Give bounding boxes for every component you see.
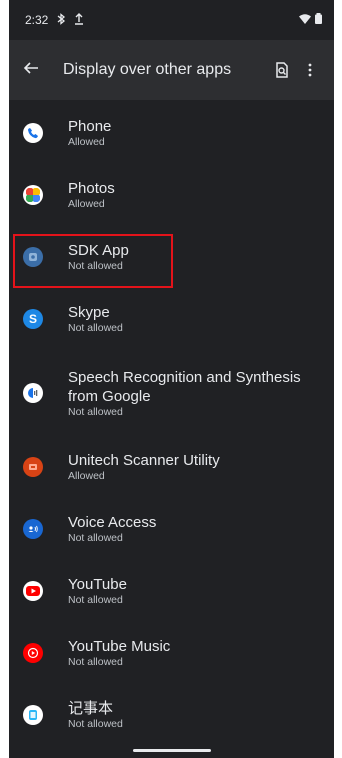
notepad-app-icon [23,705,43,725]
app-status: Not allowed [68,322,123,334]
app-bar: Display over other apps [9,40,334,100]
back-arrow-icon[interactable] [23,60,47,81]
app-name: Phone [68,118,112,135]
list-item[interactable]: 记事本 Not allowed [9,684,334,746]
list-item[interactable]: Voice Access Not allowed [9,498,334,560]
app-name: 记事本 [68,700,114,717]
battery-icon [315,13,322,27]
app-status: Allowed [68,198,105,210]
youtube-music-app-icon [23,643,43,663]
more-options-icon[interactable] [296,63,324,77]
status-bar: 2:32 [9,0,334,40]
app-name: Skype [68,304,110,321]
photos-app-icon [23,185,43,205]
app-name: Unitech Scanner Utility [68,452,220,469]
app-status: Allowed [68,136,105,148]
list-item[interactable]: YouTube Music Not allowed [9,622,334,684]
list-item[interactable]: Speech Recognition and Synthesis from Go… [9,350,334,436]
scanner-app-icon [23,457,43,477]
app-name: Voice Access [68,514,157,531]
app-list: Phone Allowed Photos Allowed SDK App Not… [9,100,334,746]
highlight-box [13,234,173,288]
speech-app-icon [23,383,43,403]
list-item[interactable]: SDK App Not allowed [9,226,334,288]
list-item[interactable]: YouTube Not allowed [9,560,334,622]
bluetooth-icon [56,12,66,28]
app-status: Not allowed [68,656,123,668]
voice-access-app-icon [23,519,43,539]
gesture-nav-handle[interactable] [132,749,211,752]
app-status: Not allowed [68,405,123,418]
skype-app-icon: S [23,309,43,329]
list-item[interactable]: Unitech Scanner Utility Allowed [9,436,334,498]
search-settings-icon[interactable] [268,62,296,78]
app-status: Not allowed [68,532,123,544]
status-time: 2:32 [25,13,49,27]
phone-app-icon [23,123,43,143]
app-name: Speech Recognition and Synthesis from Go… [68,368,301,405]
page-title: Display over other apps [63,61,232,78]
app-name: Photos [68,180,115,197]
app-name: YouTube Music [68,638,171,655]
upload-icon [74,12,84,28]
app-name: YouTube [68,576,127,593]
app-status: Allowed [68,470,105,482]
list-item[interactable]: Photos Allowed [9,164,334,226]
app-status: Not allowed [68,594,123,606]
app-status: Not allowed [68,718,123,730]
list-item[interactable]: S Skype Not allowed [9,288,334,350]
list-item[interactable]: Phone Allowed [9,102,334,164]
wifi-icon [299,13,311,27]
youtube-app-icon [23,581,43,601]
screen: 2:32 Display over other apps Phone Allow… [9,0,334,758]
